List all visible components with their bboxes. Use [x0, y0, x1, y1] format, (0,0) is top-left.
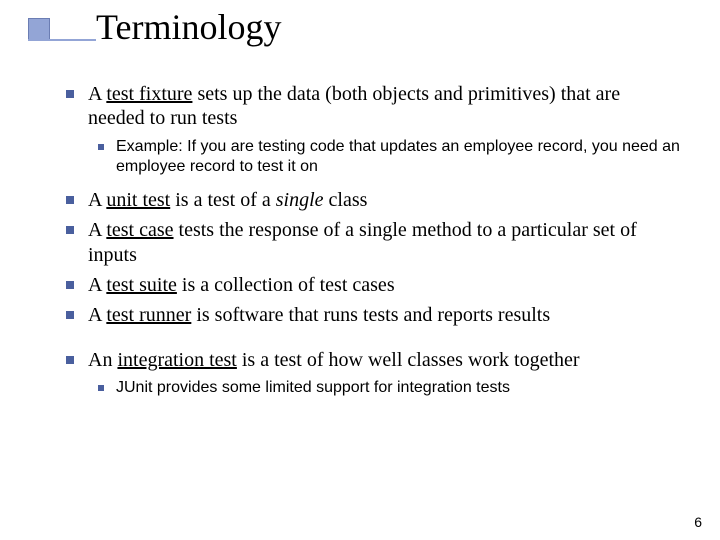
spacer	[60, 334, 680, 348]
sub-bullet-junit-support: JUnit provides some limited support for …	[60, 378, 680, 398]
term-unit-test: unit test	[106, 189, 170, 211]
term-integration-test: integration test	[117, 349, 236, 371]
text: A	[88, 83, 106, 105]
text: A	[88, 274, 106, 296]
slide: Terminology A test fixture sets up the d…	[0, 0, 720, 540]
text: A	[88, 219, 106, 241]
term-test-suite: test suite	[106, 274, 177, 296]
term-test-fixture: test fixture	[106, 83, 192, 105]
sub-bullet-example-employee: Example: If you are testing code that up…	[60, 137, 680, 178]
accent-square-icon	[28, 18, 50, 40]
term-test-case: test case	[106, 219, 173, 241]
bullet-integration-test: An integration test is a test of how wel…	[60, 348, 680, 372]
text: is a collection of test cases	[177, 274, 395, 296]
text: An	[88, 349, 117, 371]
text: is a test of a	[170, 189, 276, 211]
bullet-test-runner: A test runner is software that runs test…	[60, 303, 680, 327]
text: is software that runs tests and reports …	[191, 304, 550, 326]
slide-body: A test fixture sets up the data (both ob…	[60, 82, 680, 409]
bullet-test-suite: A test suite is a collection of test cas…	[60, 273, 680, 297]
page-number: 6	[694, 514, 702, 530]
slide-title: Terminology	[96, 6, 281, 48]
text: A	[88, 304, 106, 326]
accent-line-icon	[28, 39, 96, 41]
bullet-unit-test: A unit test is a test of a single class	[60, 188, 680, 212]
bullet-test-fixture: A test fixture sets up the data (both ob…	[60, 82, 680, 131]
text: is a test of how well classes work toget…	[237, 349, 580, 371]
term-test-runner: test runner	[106, 304, 191, 326]
emph-single: single	[276, 189, 324, 211]
text: A	[88, 189, 106, 211]
text: class	[324, 189, 368, 211]
bullet-test-case: A test case tests the response of a sing…	[60, 218, 680, 267]
